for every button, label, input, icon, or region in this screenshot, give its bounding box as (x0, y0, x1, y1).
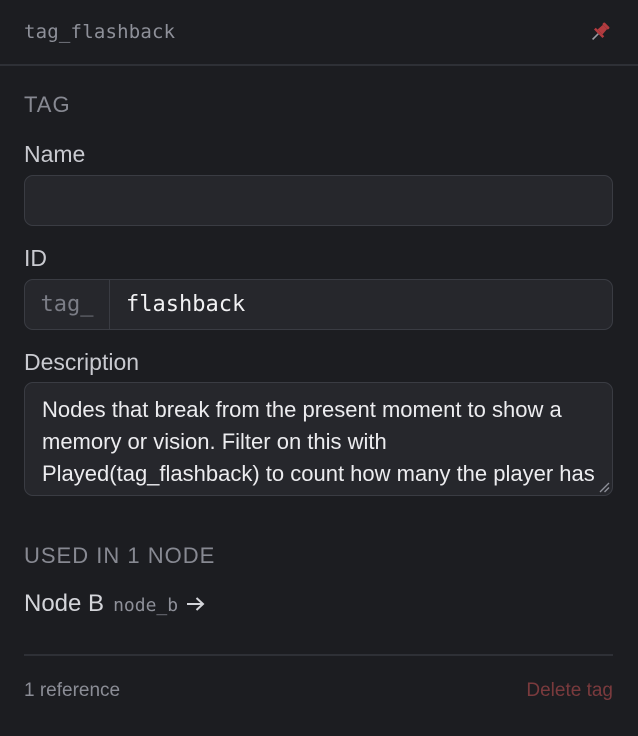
id-input[interactable]: flashback (110, 280, 612, 329)
id-prefix: tag_ (25, 280, 110, 329)
pin-icon[interactable] (586, 18, 614, 46)
used-in-label: USED IN 1 NODE (24, 543, 216, 568)
delete-tag-button[interactable]: Delete tag (526, 680, 613, 702)
section-label-tag: TAG (24, 92, 71, 117)
used-in-node-link[interactable]: Node B node_b (24, 590, 206, 618)
resize-handle-icon[interactable] (598, 481, 610, 493)
id-field[interactable]: tag_ flashback (24, 279, 613, 330)
reference-count: 1 reference (24, 680, 121, 701)
node-name: Node B (24, 590, 105, 617)
tag-inspector-panel: tag_flashback TAG Name ID tag_ flashback… (0, 0, 638, 736)
node-id: node_b (113, 595, 179, 616)
description-field-label: Description (24, 349, 140, 375)
description-textarea[interactable]: Nodes that break from the present moment… (24, 382, 613, 496)
footer-divider (24, 654, 613, 656)
panel-title: tag_flashback (24, 21, 176, 43)
id-field-label: ID (24, 245, 47, 271)
description-text: Nodes that break from the present moment… (42, 397, 595, 495)
panel-header: tag_flashback (0, 0, 638, 66)
arrow-right-icon (187, 597, 205, 611)
name-field-label: Name (24, 141, 86, 167)
name-input[interactable] (24, 175, 613, 226)
